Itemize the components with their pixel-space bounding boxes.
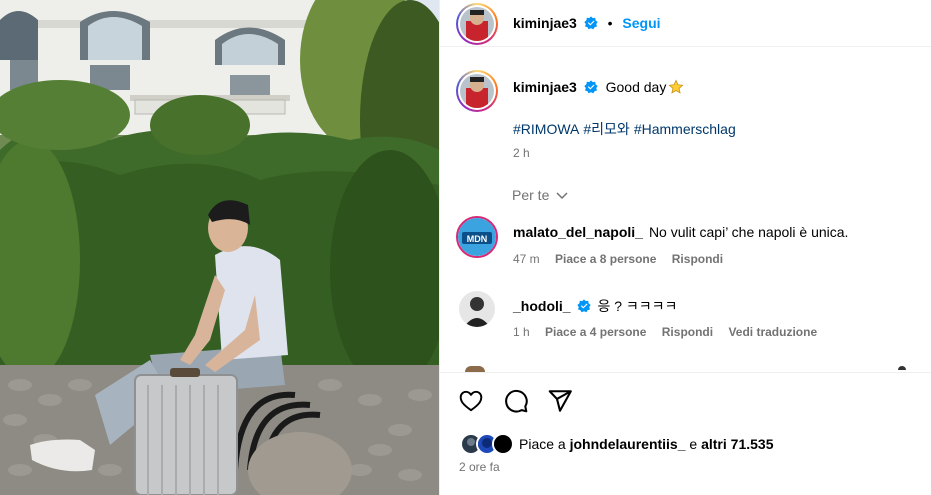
reply-button[interactable]: Rispondi — [662, 325, 713, 339]
post-actions: Piace a johndelaurentiis_ e altri 71.535… — [440, 372, 931, 495]
comments-filter-label: Per te — [512, 187, 550, 203]
comment-line: malato_del_napoli_ No vulit capi’ che nap… — [513, 224, 848, 240]
commenter-avatar-text: MDN — [467, 234, 488, 244]
commenter-avatar[interactable] — [459, 291, 495, 327]
hashtag-link[interactable]: #Hammerschlag — [634, 121, 736, 137]
comment-username[interactable]: _hodoli_ — [513, 298, 571, 314]
caption-line: kiminjae3 Good day — [513, 79, 684, 95]
comment-time[interactable]: 1 h — [513, 325, 530, 339]
liker-avatar-image — [494, 435, 512, 453]
verified-icon — [584, 80, 598, 94]
post-header: kiminjae3 • Segui — [440, 0, 931, 47]
caption-hashtags: #RIMOWA #리모와 #Hammerschlag — [513, 119, 740, 139]
liker-avatar — [492, 433, 514, 455]
likes-others-link[interactable]: altri 71.535 — [701, 436, 773, 452]
post-photo-image — [0, 0, 439, 495]
post-timestamp[interactable]: 2 ore fa — [459, 460, 500, 474]
heart-icon[interactable] — [458, 388, 484, 414]
likes-user-link[interactable]: johndelaurentiis_ — [570, 436, 686, 452]
comment-meta: 47 m Piace a 8 persone Rispondi — [513, 252, 735, 266]
likes-summary: Piace a johndelaurentiis_ e altri 71.535 — [519, 436, 773, 452]
verified-icon — [577, 299, 592, 313]
comment-time[interactable]: 47 m — [513, 252, 540, 266]
caption-text: Good day — [605, 79, 667, 95]
author-avatar[interactable] — [456, 3, 498, 45]
post-photo[interactable] — [0, 0, 439, 495]
comments-filter-dropdown[interactable]: Per te — [512, 187, 568, 203]
commenter-avatar[interactable]: MDN — [456, 216, 498, 258]
caption-author-avatar[interactable] — [456, 70, 498, 112]
chevron-down-icon — [556, 192, 568, 200]
post-side-panel: kiminjae3 • Segui kiminjae3 Good day #RI… — [439, 0, 931, 495]
star-icon — [668, 79, 684, 94]
likes-middle: e — [685, 436, 702, 452]
comment-likes[interactable]: Piace a 8 persone — [555, 252, 656, 266]
caption-author-avatar-image — [460, 74, 494, 108]
comment-username[interactable]: malato_del_napoli_ — [513, 224, 643, 240]
next-comment-like-peek — [898, 366, 906, 370]
see-translation-button[interactable]: Vedi traduzione — [728, 325, 817, 339]
author-avatar-image — [460, 7, 494, 41]
follow-button[interactable]: Segui — [622, 15, 660, 31]
comment-likes[interactable]: Piace a 4 persone — [545, 325, 646, 339]
comment-text: No vulit capi’ che napoli è unica. — [648, 224, 849, 240]
commenter-avatar-image — [459, 291, 495, 327]
separator-dot: • — [607, 15, 613, 31]
reply-button[interactable]: Rispondi — [672, 252, 723, 266]
likes-prefix: Piace a — [519, 436, 570, 452]
caption-username[interactable]: kiminjae3 — [513, 79, 577, 95]
commenter-avatar-image: MDN — [458, 218, 496, 256]
author-username[interactable]: kiminjae3 — [513, 15, 577, 31]
caption-timestamp[interactable]: 2 h — [513, 146, 530, 160]
verified-icon — [584, 16, 598, 30]
comment-text: 응 ? ㅋㅋㅋㅋ — [597, 298, 678, 314]
hashtag-link[interactable]: #리모와 — [583, 121, 629, 137]
comment-icon[interactable] — [503, 388, 529, 414]
share-icon[interactable] — [547, 388, 573, 414]
header-user-line: kiminjae3 • Segui — [513, 15, 661, 31]
comment-line: _hodoli_ 응 ? ㅋㅋㅋㅋ — [513, 296, 677, 316]
hashtag-link[interactable]: #RIMOWA — [513, 121, 579, 137]
comment-meta: 1 h Piace a 4 persone Rispondi Vedi trad… — [513, 325, 829, 339]
